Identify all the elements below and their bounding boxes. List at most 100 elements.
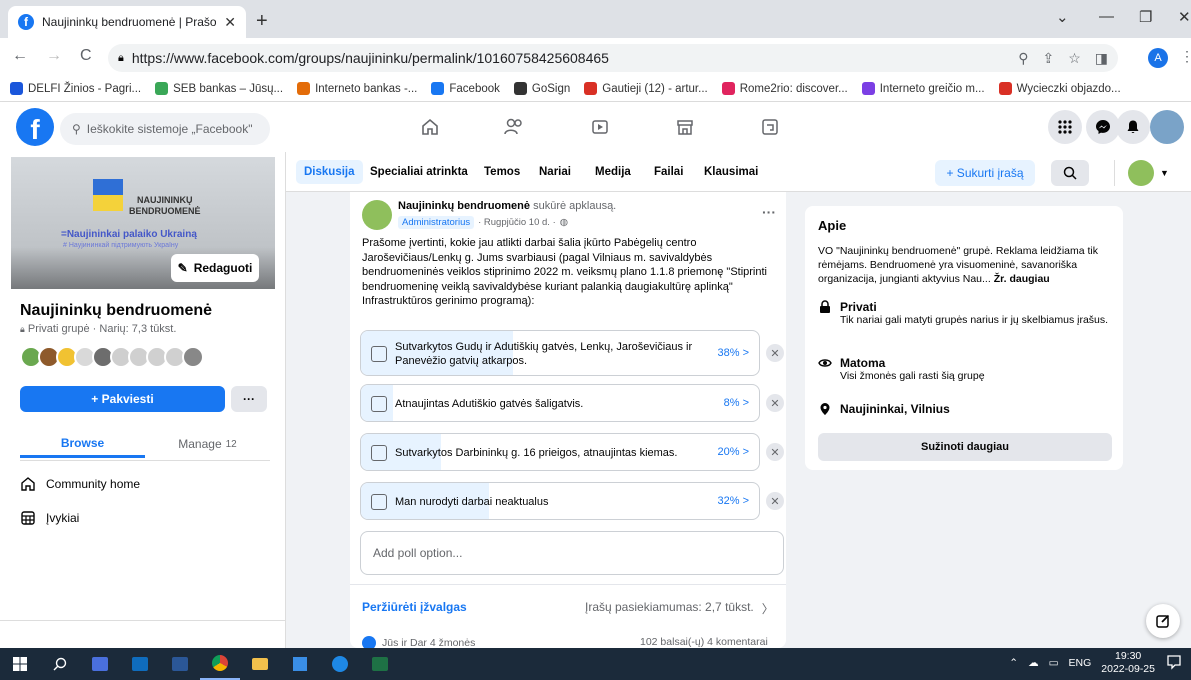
window-close-button[interactable]: ✕ xyxy=(1178,8,1191,26)
remove-option-close-icon[interactable]: ✕ xyxy=(766,394,784,412)
bookmark-item[interactable]: SEB bankas – Jūsų... xyxy=(155,82,283,95)
bookmark-star-icon[interactable]: ☆ xyxy=(1068,50,1081,67)
remove-option-close-icon[interactable]: ✕ xyxy=(766,443,784,461)
browser-menu-icon[interactable]: ⋮ xyxy=(1180,48,1191,65)
battery-icon[interactable]: ▭ xyxy=(1049,657,1059,669)
tab-failai[interactable]: Failai xyxy=(646,160,691,184)
remove-option-close-icon[interactable]: ✕ xyxy=(766,492,784,510)
notification-center-icon[interactable] xyxy=(1166,654,1182,670)
share-icon[interactable]: ⇪ xyxy=(1042,50,1054,67)
poll-option[interactable]: Man nurodyti darbai neaktualus 32% > xyxy=(360,482,760,520)
chevron-up-icon[interactable]: ⌃ xyxy=(1009,657,1018,669)
taskbar-search-icon[interactable] xyxy=(40,648,80,680)
author-avatar[interactable] xyxy=(362,200,392,230)
poll-option[interactable]: Sutvarkytos Darbininkų g. 16 prieigos, a… xyxy=(360,433,760,471)
poll-checkbox[interactable] xyxy=(371,445,387,461)
bookmark-item[interactable]: DELFI Žinios - Pagri... xyxy=(10,82,141,95)
notifications-bell-icon[interactable] xyxy=(1116,110,1150,144)
back-arrow-icon[interactable]: ← xyxy=(12,47,28,65)
view-insights-link[interactable]: Peržiūrėti įžvalgas xyxy=(362,600,467,614)
member-avatars[interactable] xyxy=(20,346,204,368)
post-date[interactable]: · Rugpjūčio 10 d. · xyxy=(478,217,556,228)
cloud-icon[interactable]: ☁ xyxy=(1028,657,1039,669)
bookmark-item[interactable]: Rome2rio: discover... xyxy=(721,82,848,95)
facebook-logo-icon[interactable]: f xyxy=(16,108,54,146)
restore-button[interactable]: ❐ xyxy=(1139,8,1152,26)
menu-grid-icon[interactable] xyxy=(1048,110,1082,144)
sidebar-item-events[interactable]: Įvykiai xyxy=(20,510,79,526)
account-avatar[interactable] xyxy=(1150,110,1184,144)
learn-more-button[interactable]: Sužinoti daugiau xyxy=(818,433,1112,461)
invite-button[interactable]: + Pakviesti xyxy=(20,386,225,412)
engagement-link[interactable]: Įrašų pasiekiamumas: 2,7 tūkst. 〉 xyxy=(585,600,774,617)
remove-option-close-icon[interactable]: ✕ xyxy=(766,344,784,362)
minimize-button[interactable]: — xyxy=(1099,8,1114,25)
more-options-button[interactable]: ··· xyxy=(231,386,267,412)
bookmark-item[interactable]: GoSign xyxy=(513,82,570,95)
location-text[interactable]: Naujininkai, Vilnius xyxy=(840,402,950,416)
excel-icon[interactable] xyxy=(360,648,400,680)
edit-cover-button[interactable]: ✎ Redaguoti xyxy=(171,254,259,282)
group-name[interactable]: Naujininkų bendruomenė xyxy=(20,302,212,320)
poll-option[interactable]: Sutvarkytos Gudų ir Adutiškių gatvės, Le… xyxy=(360,330,760,376)
add-poll-option-input[interactable]: Add poll option... xyxy=(360,531,784,575)
profile-avatar-button[interactable]: A xyxy=(1148,48,1168,68)
edge-icon[interactable] xyxy=(320,648,360,680)
forward-arrow-icon[interactable]: → xyxy=(46,47,62,65)
url-text[interactable]: https://www.facebook.com/groups/naujinin… xyxy=(132,50,1010,66)
file-explorer-icon[interactable] xyxy=(240,648,280,680)
facebook-search-input[interactable]: ⚲ Ieškokite sistemoje „Facebook" xyxy=(60,113,270,145)
tab-close-icon[interactable]: ✕ xyxy=(224,14,236,31)
store-icon[interactable] xyxy=(280,648,320,680)
post-as-selector[interactable]: ▼ xyxy=(1128,160,1169,186)
poll-option-percent[interactable]: 8% > xyxy=(724,397,749,409)
poll-checkbox[interactable] xyxy=(371,494,387,510)
language-indicator[interactable]: ENG xyxy=(1069,657,1092,669)
bookmark-item[interactable]: Wycieczki objazdo... xyxy=(998,82,1121,95)
zoom-icon[interactable]: ⚲ xyxy=(1018,50,1028,67)
home-nav-icon[interactable] xyxy=(410,112,450,142)
votes-comments[interactable]: 102 balsai(-ų) 4 komentarai xyxy=(640,636,768,648)
tab-temos[interactable]: Temos xyxy=(476,160,528,184)
outlook-icon[interactable] xyxy=(120,648,160,680)
word-icon[interactable] xyxy=(160,648,200,680)
new-tab-button[interactable]: + xyxy=(256,10,268,33)
group-search-button[interactable] xyxy=(1051,160,1089,186)
groups-nav-icon[interactable] xyxy=(494,112,534,142)
tab-nariai[interactable]: Nariai xyxy=(531,160,579,184)
poll-checkbox[interactable] xyxy=(371,346,387,362)
start-button[interactable] xyxy=(0,648,40,680)
tab-browse[interactable]: Browse xyxy=(20,430,145,458)
tab-medija[interactable]: Medija xyxy=(587,160,639,184)
messenger-icon[interactable] xyxy=(1086,110,1120,144)
sidebar-item-community-home[interactable]: Community home xyxy=(20,476,140,492)
marketplace-nav-icon[interactable] xyxy=(665,112,705,142)
poll-option-percent[interactable]: 20% > xyxy=(718,446,750,458)
address-bar[interactable]: 🔒︎ https://www.facebook.com/groups/nauji… xyxy=(108,44,1118,72)
poll-option[interactable]: Atnaujintas Adutiškio gatvės šaligatvis.… xyxy=(360,384,760,422)
poll-checkbox[interactable] xyxy=(371,396,387,412)
watch-nav-icon[interactable] xyxy=(580,112,620,142)
teams-icon[interactable] xyxy=(80,648,120,680)
post-menu-icon[interactable]: ··· xyxy=(762,204,776,220)
bookmark-item[interactable]: Interneto bankas -... xyxy=(297,82,417,95)
tab-specialiai-atrinkta[interactable]: Specialiai atrinkta xyxy=(362,160,476,184)
clock[interactable]: 19:30 2022-09-25 xyxy=(1101,650,1155,676)
post-author[interactable]: Naujininkų bendruomenė xyxy=(398,200,530,212)
tab-manage[interactable]: Manage 12 xyxy=(145,430,270,458)
tab-search-icon[interactable]: ⌄ xyxy=(1056,8,1069,26)
bookmark-item[interactable]: Gautieji (12) - artur... xyxy=(584,82,708,95)
bookmark-item[interactable]: Facebook xyxy=(431,82,500,95)
poll-option-percent[interactable]: 32% > xyxy=(718,495,750,507)
sidepanel-icon[interactable]: ◨ xyxy=(1095,50,1108,67)
tab-klausimai[interactable]: Klausimai xyxy=(696,160,766,184)
create-post-button[interactable]: + Sukurti įrašą xyxy=(935,160,1035,186)
bookmark-item[interactable]: Interneto greičio m... xyxy=(861,82,985,95)
chrome-icon[interactable] xyxy=(200,648,240,680)
gaming-nav-icon[interactable] xyxy=(750,112,790,142)
tab-diskusija[interactable]: Diskusija xyxy=(296,160,363,184)
browser-tab[interactable]: f Naujininkų bendruomenė | Prašo ✕ xyxy=(8,6,246,38)
new-message-button[interactable] xyxy=(1146,604,1180,638)
poll-option-percent[interactable]: 38% > xyxy=(718,347,750,359)
reload-icon[interactable]: C xyxy=(80,47,92,65)
